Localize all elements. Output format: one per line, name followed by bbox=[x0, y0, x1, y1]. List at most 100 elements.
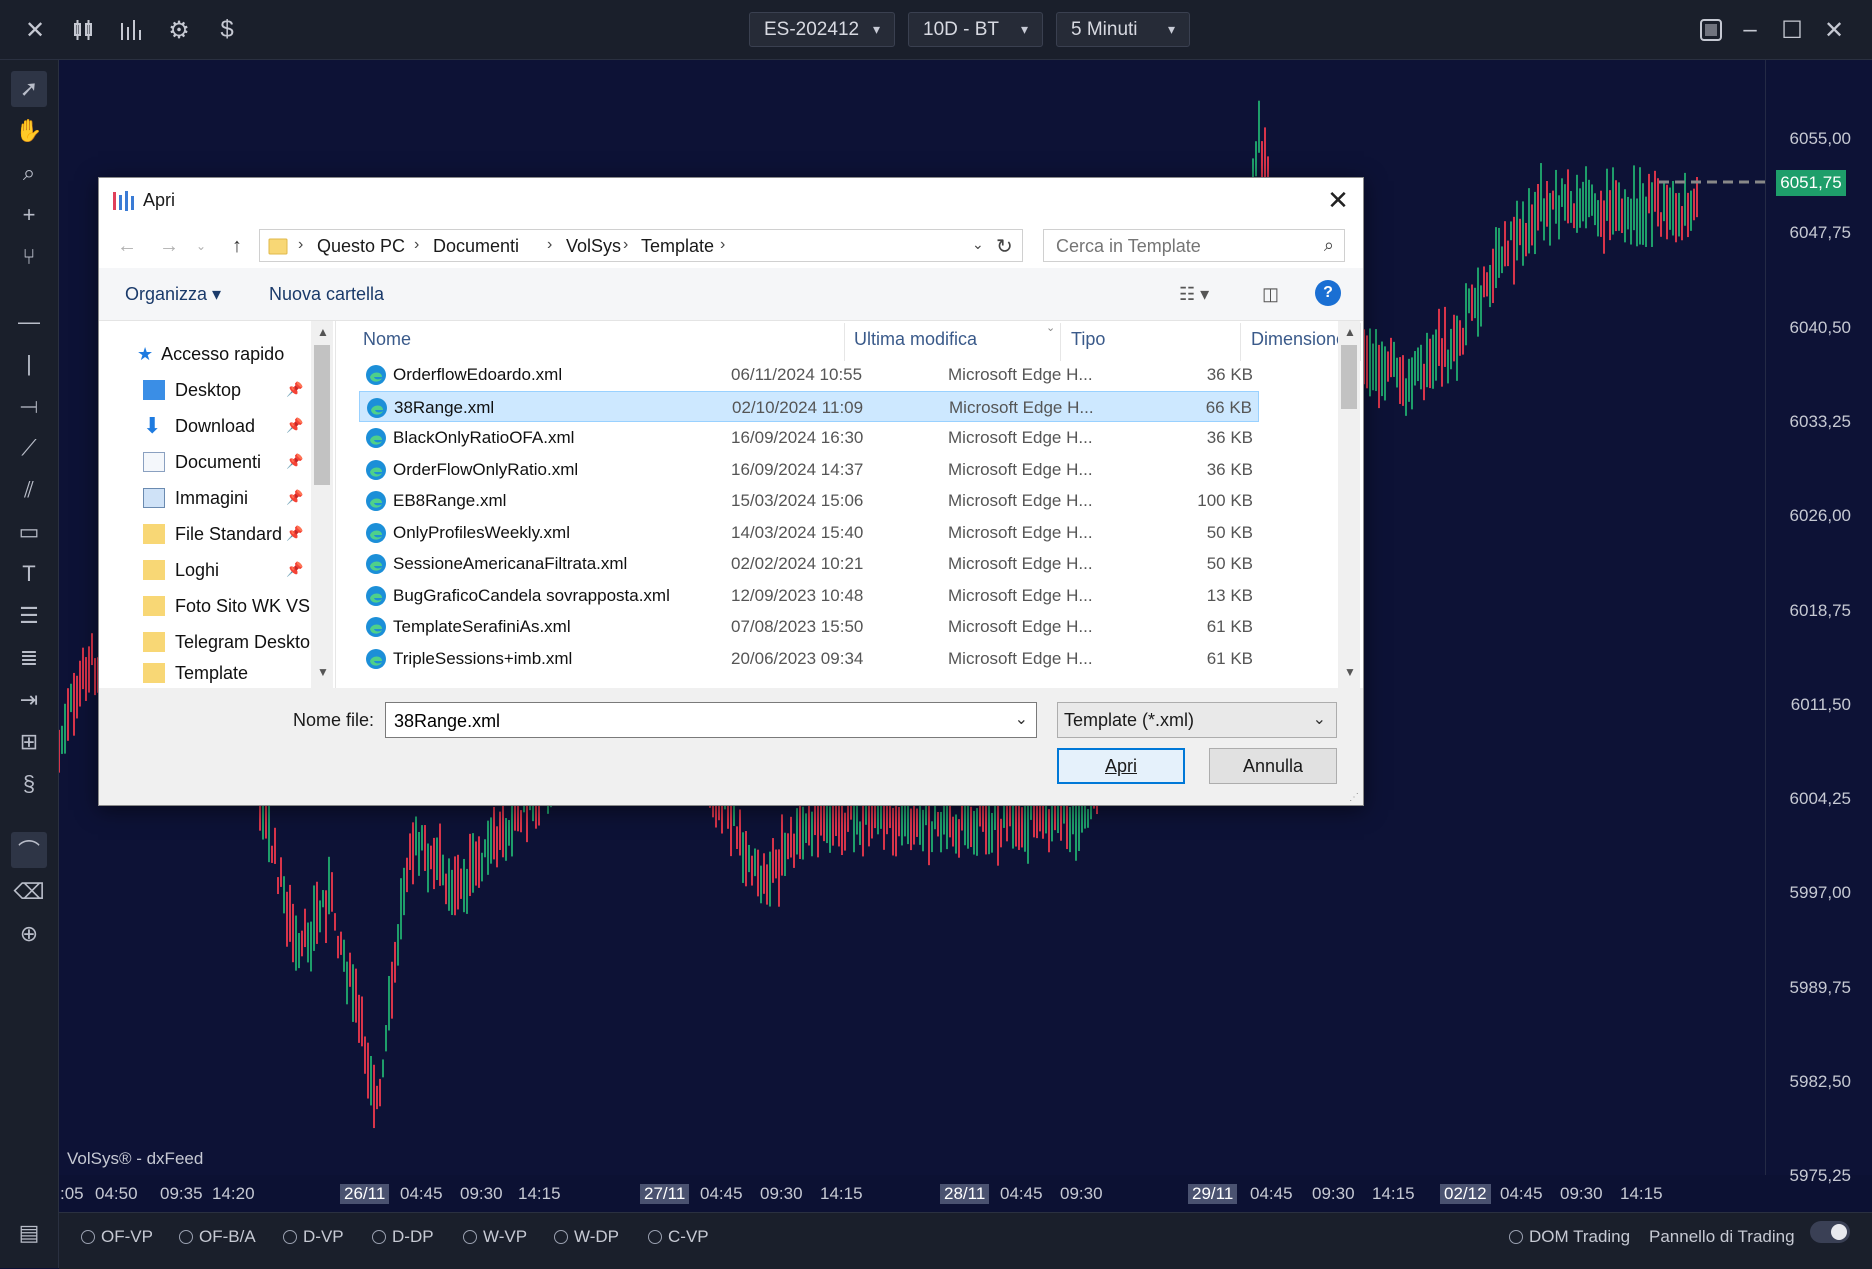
indicator-radio[interactable]: D-VP bbox=[283, 1227, 344, 1247]
settings-tool-icon[interactable]: § bbox=[11, 766, 47, 802]
text-icon[interactable]: T bbox=[11, 556, 47, 592]
column-header-size[interactable]: Dimensione bbox=[1251, 329, 1346, 350]
nav-folder[interactable]: File Standard bbox=[143, 519, 282, 549]
nav-folder[interactable]: Loghi bbox=[143, 555, 219, 585]
cancel-button[interactable]: Annulla bbox=[1209, 748, 1337, 784]
indicator-radio[interactable]: W-DP bbox=[554, 1227, 619, 1247]
indicator-radio[interactable]: OF-VP bbox=[81, 1227, 153, 1247]
panel-toggle-icon[interactable]: ▤ bbox=[11, 1215, 47, 1251]
file-row[interactable]: TemplateSerafiniAs.xml 07/08/2023 15:50 Mi… bbox=[359, 611, 1259, 642]
zoom-icon[interactable]: ⌕ bbox=[11, 155, 47, 191]
search-input[interactable] bbox=[1054, 234, 1308, 258]
indicator-radio[interactable]: C-VP bbox=[648, 1227, 709, 1247]
channel-icon[interactable]: ⫽ bbox=[11, 472, 47, 508]
crosshair-icon[interactable]: + bbox=[11, 197, 47, 233]
resize-grip-icon[interactable]: ⋰ bbox=[1349, 792, 1359, 803]
indicator-radio[interactable]: W-VP bbox=[463, 1227, 527, 1247]
indicator-radio[interactable]: OF-B/A bbox=[179, 1227, 256, 1247]
close-icon[interactable]: ✕ bbox=[17, 12, 53, 48]
search-box[interactable]: ⌕ bbox=[1043, 229, 1345, 262]
gear-icon[interactable]: ⚙ bbox=[161, 12, 197, 48]
recent-dropdown-icon[interactable]: ⌄ bbox=[187, 232, 215, 260]
trend-line-icon[interactable]: ⟋ bbox=[11, 430, 47, 466]
indicator-radio[interactable]: D-DP bbox=[372, 1227, 434, 1247]
back-arrow-icon[interactable]: ← bbox=[113, 232, 141, 260]
scroll-up-icon[interactable]: ▲ bbox=[1344, 325, 1356, 339]
dom-trading-radio[interactable]: DOM Trading bbox=[1509, 1227, 1630, 1247]
column-divider[interactable] bbox=[844, 323, 845, 361]
levels-icon[interactable]: ≣ bbox=[11, 640, 47, 676]
scroll-up-icon[interactable]: ▲ bbox=[317, 325, 329, 339]
vertical-line-icon[interactable]: | bbox=[11, 346, 47, 382]
nav-folder[interactable]: Foto Sito WK VS bbox=[143, 591, 310, 621]
view-options-icon[interactable]: ☷ ▾ bbox=[1179, 284, 1209, 305]
maximize-icon[interactable]: ☐ bbox=[1774, 12, 1810, 48]
minimize-icon[interactable]: – bbox=[1732, 12, 1768, 48]
filename-input[interactable] bbox=[392, 710, 996, 733]
arrow-tool-icon[interactable]: ⇥ bbox=[11, 682, 47, 718]
preview-pane-icon[interactable]: ◫ bbox=[1262, 284, 1279, 305]
file-row[interactable]: 38Range.xml 02/10/2024 11:09 Microsoft Edg… bbox=[359, 390, 1259, 422]
breadcrumb-item[interactable]: Template bbox=[641, 236, 714, 257]
rectangle-icon[interactable]: ▭ bbox=[11, 514, 47, 550]
ray-icon[interactable]: ⟞ bbox=[11, 388, 47, 424]
file-row[interactable]: OrderFlowOnlyRatio.xml 16/09/2024 14:37 Mi… bbox=[359, 454, 1259, 485]
column-divider[interactable] bbox=[1360, 323, 1361, 361]
profile-icon[interactable]: ⊞ bbox=[11, 724, 47, 760]
chevron-down-icon[interactable]: ⌄ bbox=[1015, 709, 1028, 729]
dollar-icon[interactable]: $ bbox=[209, 12, 245, 48]
nav-documents[interactable]: Documenti bbox=[143, 447, 261, 477]
fibonacci-icon[interactable]: ☰ bbox=[11, 598, 47, 634]
organize-button[interactable]: Organizza ▾ bbox=[125, 284, 221, 305]
file-row[interactable]: OrderflowEdoardo.xml 06/11/2024 10:55 Micr… bbox=[359, 359, 1259, 390]
time-axis[interactable]: :05 04:50 09:35 14:20 26/11 04:45 09:30 14:15 27… bbox=[59, 1175, 1765, 1210]
layout-icon[interactable] bbox=[1693, 12, 1729, 48]
nav-quick-access[interactable]: ★ Accesso rapido bbox=[137, 339, 284, 369]
pointer-icon[interactable]: ➚ bbox=[11, 71, 47, 107]
address-bar[interactable]: › Questo PC › Documenti › VolSys › Templ… bbox=[259, 229, 1023, 262]
nav-folder[interactable]: Template bbox=[143, 663, 248, 687]
add-layer-icon[interactable]: ⊕ bbox=[11, 916, 47, 952]
forward-arrow-icon[interactable]: → bbox=[155, 232, 183, 260]
scroll-thumb[interactable] bbox=[1341, 345, 1357, 409]
fork-icon[interactable]: ⑂ bbox=[11, 239, 47, 275]
nav-download[interactable]: ⬇ Download bbox=[143, 411, 255, 441]
nav-images[interactable]: Immagini bbox=[143, 483, 248, 513]
symbol-select[interactable]: ES-202412 ▾ bbox=[749, 12, 895, 47]
new-folder-button[interactable]: Nuova cartella bbox=[269, 284, 384, 305]
filename-field[interactable]: ⌄ bbox=[385, 702, 1037, 738]
hand-icon[interactable]: ✋ bbox=[11, 113, 47, 149]
column-header-type[interactable]: Tipo bbox=[1071, 329, 1105, 350]
candles-icon[interactable] bbox=[65, 12, 101, 48]
scroll-thumb[interactable] bbox=[314, 345, 330, 485]
file-row[interactable]: TripleSessions+imb.xml 20/06/2023 09:34 Mi… bbox=[359, 643, 1259, 674]
file-row[interactable]: EB8Range.xml 15/03/2024 15:06 Microsoft Ed… bbox=[359, 485, 1259, 516]
breadcrumb-item[interactable]: VolSys bbox=[566, 236, 621, 257]
up-arrow-icon[interactable]: ↑ bbox=[223, 232, 251, 260]
scroll-down-icon[interactable]: ▼ bbox=[1344, 665, 1356, 679]
window-close-icon[interactable]: ✕ bbox=[1816, 12, 1852, 48]
column-header-modified[interactable]: Ultima modifica bbox=[854, 329, 977, 350]
help-icon[interactable]: ? bbox=[1315, 280, 1341, 306]
nav-folder[interactable]: Telegram Deskto bbox=[143, 627, 310, 657]
breadcrumb-item[interactable]: Questo PC bbox=[317, 236, 405, 257]
magnet-icon[interactable]: ⌒ bbox=[11, 832, 47, 868]
file-row[interactable]: BlackOnlyRatioOFA.xml 16/09/2024 16:30 Mic… bbox=[359, 422, 1259, 453]
file-scrollbar[interactable]: ▲ ▼ bbox=[1338, 321, 1360, 688]
dialog-close-icon[interactable]: ✕ bbox=[1321, 184, 1355, 216]
trading-panel-toggle[interactable] bbox=[1810, 1221, 1850, 1243]
scroll-down-icon[interactable]: ▼ bbox=[317, 665, 329, 679]
column-divider[interactable] bbox=[1060, 323, 1061, 361]
address-dropdown-icon[interactable]: ⌄ bbox=[972, 236, 984, 253]
breadcrumb-item[interactable]: Documenti bbox=[433, 236, 519, 257]
file-row[interactable]: OnlyProfilesWeekly.xml 14/03/2024 15:40 Mi… bbox=[359, 517, 1259, 548]
file-row[interactable]: SessioneAmericanaFiltrata.xml 02/02/2024 … bbox=[359, 548, 1259, 579]
file-row[interactable]: BugGraficoCandela sovrapposta.xml 12/09/2… bbox=[359, 580, 1259, 611]
column-header-name[interactable]: Nome bbox=[363, 329, 411, 350]
filetype-select[interactable]: Template (*.xml) ⌄ bbox=[1057, 702, 1337, 738]
column-divider[interactable] bbox=[1240, 323, 1241, 361]
open-button[interactable]: Apri bbox=[1057, 748, 1185, 784]
horizontal-line-icon[interactable]: — bbox=[11, 304, 47, 340]
price-axis[interactable]: 6055,00 6047,75 6040,50 6033,25 6026,00 6018,… bbox=[1765, 60, 1872, 1185]
range-select[interactable]: 10D - BT ▾ bbox=[908, 12, 1043, 47]
